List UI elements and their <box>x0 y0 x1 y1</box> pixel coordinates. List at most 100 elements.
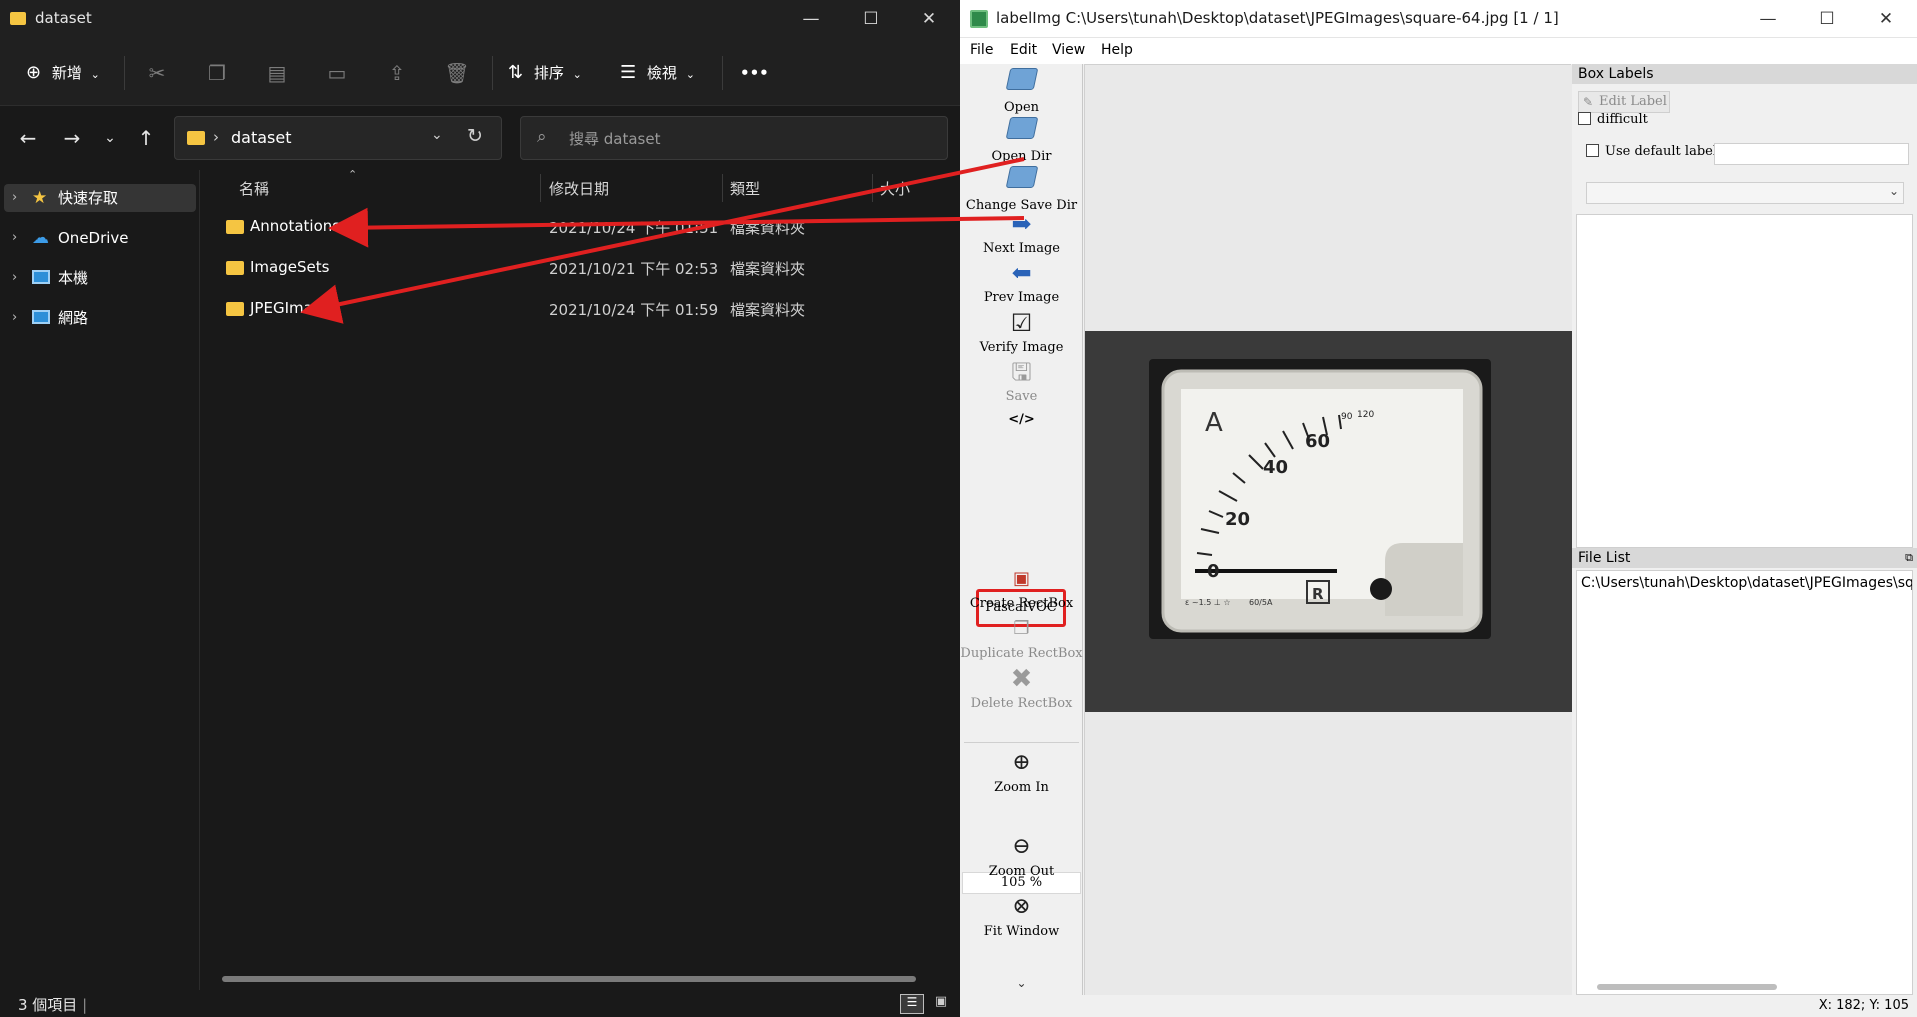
labelimg-title: labelImg C:\Users\tunah\Desktop\dataset\… <box>996 9 1559 27</box>
up-arrow-icon[interactable]: ↑ <box>132 124 160 152</box>
close-button[interactable]: ✕ <box>1857 0 1915 38</box>
row-modified: 2021/10/24 下午 01:51 <box>549 219 719 237</box>
image-canvas[interactable]: A 0 20 40 60 90 120 ε ~1.5 ⊥ ☆ 60/5A R <box>1084 64 1572 996</box>
folder-icon <box>10 12 26 25</box>
delete-rectbox-button[interactable]: ✖ Delete RectBox <box>960 664 1083 711</box>
chevron-right-icon[interactable]: › <box>12 224 17 252</box>
cut-icon[interactable]: ✂ <box>142 58 172 88</box>
delete-rectbox-label: Delete RectBox <box>970 696 1073 711</box>
search-input[interactable] <box>569 127 929 151</box>
chevron-down-icon: ⌄ <box>572 68 582 81</box>
use-default-label-checkbox[interactable] <box>1586 144 1599 157</box>
difficult-checkbox[interactable] <box>1578 112 1591 125</box>
new-button[interactable]: ⊕ 新增 ⌄ <box>26 58 100 88</box>
share-icon[interactable]: ⇪ <box>382 58 412 88</box>
nav-item-onedrive[interactable]: › ☁ OneDrive <box>4 224 196 252</box>
minimize-button[interactable]: — <box>1739 0 1797 38</box>
refresh-icon[interactable]: ↻ <box>467 125 483 147</box>
fit-window-button[interactable]: ⊗ Fit Window <box>960 892 1083 939</box>
edit-label-button[interactable]: ✎ Edit Label <box>1578 91 1670 113</box>
column-name[interactable]: 名稱 <box>239 178 269 199</box>
maximize-button[interactable]: ☐ <box>1798 0 1856 38</box>
copy-icon[interactable]: ❐ <box>202 58 232 88</box>
verify-image-button[interactable]: ☑ Verify Image <box>960 308 1083 355</box>
rename-icon[interactable]: ▭ <box>322 58 352 88</box>
maximize-button[interactable]: ☐ <box>842 0 900 38</box>
nav-item-this-pc[interactable]: › 本機 <box>4 264 196 292</box>
zoom-in-button[interactable]: ⊕ Zoom In <box>960 748 1083 795</box>
network-icon <box>32 310 50 324</box>
default-label-input[interactable] <box>1714 143 1909 165</box>
forward-arrow-icon[interactable]: → <box>58 124 86 152</box>
table-row[interactable]: ImageSets 2021/10/21 下午 02:53 檔案資料夾 <box>222 249 952 287</box>
new-label: 新增 <box>51 64 82 82</box>
view-label: 檢視 <box>646 64 677 82</box>
next-image-button[interactable]: ➡ Next Image <box>960 209 1083 256</box>
save-button[interactable]: 🖫 Save <box>960 357 1083 404</box>
loaded-image[interactable]: A 0 20 40 60 90 120 ε ~1.5 ⊥ ☆ 60/5A R <box>1085 331 1572 712</box>
back-arrow-icon[interactable]: ← <box>14 124 42 152</box>
difficult-checkbox-row[interactable]: difficult <box>1578 112 1648 127</box>
file-list[interactable]: C:\Users\tunah\Desktop\dataset\JPEGImage… <box>1576 570 1913 995</box>
column-divider[interactable] <box>540 174 541 202</box>
close-button[interactable]: ✕ <box>900 0 958 38</box>
details-view-icon[interactable]: ☰ <box>900 994 924 1014</box>
nav-item-quick-access[interactable]: › ★ 快速存取 <box>4 184 196 212</box>
chevron-down-icon[interactable]: ⌄ <box>1889 184 1899 198</box>
table-row[interactable]: Annotations 2021/10/24 下午 01:51 檔案資料夾 <box>222 208 952 246</box>
delete-icon[interactable]: 🗑 <box>442 58 472 88</box>
nav-item-network[interactable]: › 網路 <box>4 304 196 332</box>
label-combobox[interactable]: ⌄ <box>1586 182 1904 204</box>
horizontal-scrollbar[interactable] <box>1597 984 1777 990</box>
create-rectbox-button[interactable]: ▣ Create RectBox <box>960 564 1083 611</box>
chevron-right-icon[interactable]: › <box>12 184 17 212</box>
menu-file[interactable]: File <box>970 42 993 58</box>
column-type[interactable]: 類型 <box>730 178 760 199</box>
menu-help[interactable]: Help <box>1101 42 1133 58</box>
column-size[interactable]: 大小 <box>880 178 910 199</box>
labelimg-statusbar: X: 182; Y: 105 <box>960 995 1917 1017</box>
sort-label: 排序 <box>533 64 564 82</box>
default-label-checkbox-row[interactable]: Use default label <box>1586 144 1717 159</box>
toolbar-expand-icon[interactable]: ⌄ <box>960 976 1083 990</box>
list-item[interactable]: C:\Users\tunah\Desktop\dataset\JPEGImage… <box>1581 575 1912 591</box>
chevron-down-icon[interactable]: ⌄ <box>431 127 443 143</box>
chevron-right-icon[interactable]: › <box>12 264 17 292</box>
navigation-pane: › ★ 快速存取 › ☁ OneDrive › 本機 › 網路 <box>0 170 200 990</box>
address-path[interactable]: dataset <box>231 128 292 147</box>
open-folder-icon <box>1005 68 1039 98</box>
sort-button[interactable]: ⇅ 排序 ⌄ <box>508 58 582 88</box>
table-row[interactable]: JPEGImages 2021/10/24 下午 01:59 檔案資料夾 <box>222 290 952 328</box>
horizontal-scrollbar[interactable] <box>222 976 916 982</box>
undock-icon[interactable]: ⧉ <box>1905 548 1913 568</box>
open-dir-button[interactable]: Open Dir <box>960 113 1083 164</box>
prev-image-button[interactable]: ⬅ Prev Image <box>960 258 1083 305</box>
tiles-view-icon[interactable]: ▣ <box>930 994 952 1014</box>
search-box[interactable]: ⌕ <box>520 116 948 160</box>
fit-window-icon: ⊗ <box>1012 894 1031 919</box>
labelimg-window: labelImg C:\Users\tunah\Desktop\dataset\… <box>960 0 1917 1017</box>
address-bar[interactable]: › dataset ⌄ ↻ <box>174 116 502 160</box>
row-type: 檔案資料夾 <box>730 301 806 319</box>
address-row: ← → ⌄ ↑ › dataset ⌄ ↻ ⌕ <box>0 106 960 170</box>
verify-image-label: Verify Image <box>979 340 1064 355</box>
minimize-button[interactable]: — <box>782 0 840 38</box>
view-button[interactable]: ☰ 檢視 ⌄ <box>620 58 695 88</box>
duplicate-rectbox-button[interactable]: ❐ Duplicate RectBox <box>960 614 1083 661</box>
column-divider[interactable] <box>722 174 723 202</box>
open-button[interactable]: Open <box>960 64 1083 115</box>
tick-label: 20 <box>1225 509 1250 530</box>
chevron-right-icon[interactable]: › <box>12 304 17 332</box>
menu-edit[interactable]: Edit <box>1010 42 1037 58</box>
recent-chevron-icon[interactable]: ⌄ <box>96 124 124 152</box>
star-icon: ★ <box>32 188 48 208</box>
paste-icon[interactable]: ▤ <box>262 58 292 88</box>
menu-view[interactable]: View <box>1052 42 1085 58</box>
more-button[interactable]: ••• <box>740 58 769 88</box>
zoom-out-button[interactable]: ⊖ Zoom Out <box>960 832 1083 879</box>
column-modified[interactable]: 修改日期 <box>549 178 609 199</box>
column-divider[interactable] <box>872 174 873 202</box>
box-label-list[interactable] <box>1576 214 1913 548</box>
change-save-dir-button[interactable]: Change Save Dir <box>960 162 1083 213</box>
nav-item-label: 快速存取 <box>58 189 119 207</box>
